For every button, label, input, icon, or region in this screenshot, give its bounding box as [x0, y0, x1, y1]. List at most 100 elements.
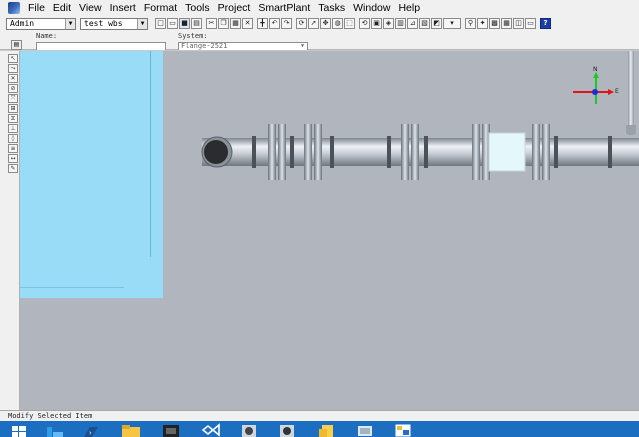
control-panel-icon[interactable]: [354, 423, 376, 437]
properties-button[interactable]: ▤: [11, 40, 22, 50]
graphic-view[interactable]: N E: [20, 51, 639, 410]
pan-icon[interactable]: ✥: [320, 18, 331, 29]
flange[interactable]: [401, 124, 409, 180]
gasket[interactable]: [387, 136, 391, 168]
smartplant-icon[interactable]: [392, 423, 414, 437]
clip-icon[interactable]: ▧: [419, 18, 430, 29]
gasket[interactable]: [424, 136, 428, 168]
select-tool-icon[interactable]: ↖: [8, 54, 18, 63]
menu-window[interactable]: Window: [349, 0, 394, 16]
paste-icon[interactable]: ▦: [230, 18, 241, 29]
undo-icon[interactable]: ↶: [269, 18, 280, 29]
spec-icon[interactable]: ≡: [8, 144, 18, 153]
layout-icon[interactable]: ▦: [501, 18, 512, 29]
start-icon[interactable]: [8, 423, 30, 437]
measure-icon[interactable]: ╋: [257, 18, 268, 29]
selected-component[interactable]: [488, 132, 526, 172]
snap-icon[interactable]: ✦: [477, 18, 488, 29]
view-iso-icon[interactable]: ◈: [383, 18, 394, 29]
view-top-icon[interactable]: ▥: [395, 18, 406, 29]
menu-help[interactable]: Help: [394, 0, 424, 16]
route-tool-icon[interactable]: ⤳: [8, 64, 18, 73]
menu-tasks[interactable]: Tasks: [314, 0, 349, 16]
pipe-segment[interactable]: [202, 138, 639, 166]
gasket[interactable]: [252, 136, 256, 168]
cut-icon[interactable]: ✂: [206, 18, 217, 29]
sticky-notes-icon[interactable]: [316, 423, 338, 437]
vertical-toolbar: ↖ ⤳ ✕ ⊘ ⤧ ⊞ ⧖ ⊥ ◊ ≡ ↔ ✎: [0, 51, 20, 410]
gasket[interactable]: [330, 136, 334, 168]
properties-icon[interactable]: ▾: [443, 18, 461, 29]
split-icon[interactable]: ⤧: [8, 94, 18, 103]
render-icon[interactable]: ◩: [431, 18, 442, 29]
menu-view[interactable]: View: [75, 0, 106, 16]
note-icon[interactable]: ✎: [8, 164, 18, 173]
delete-icon[interactable]: ✕: [242, 18, 253, 29]
chevron-down-icon[interactable]: ▼: [301, 43, 304, 50]
gasket[interactable]: [554, 136, 558, 168]
gasket[interactable]: [290, 136, 294, 168]
help-icon[interactable]: ?: [540, 18, 551, 29]
pipe-run[interactable]: [190, 121, 639, 187]
user-combo[interactable]: Admin ▼: [6, 17, 76, 30]
status-text: Modify Selected Item: [8, 412, 93, 420]
view-front-icon[interactable]: ▣: [371, 18, 382, 29]
zoom-area-icon[interactable]: ⬚: [344, 18, 355, 29]
insert-component-icon[interactable]: ✕: [8, 74, 18, 83]
zoom-icon[interactable]: ◍: [332, 18, 343, 29]
support-icon[interactable]: ⊥: [8, 124, 18, 133]
grid-icon[interactable]: ▩: [489, 18, 500, 29]
filter-icon[interactable]: ⚲: [465, 18, 476, 29]
new-file-icon[interactable]: □: [155, 18, 166, 29]
panel-divider: [20, 287, 124, 288]
open-icon[interactable]: ▭: [167, 18, 178, 29]
system-field[interactable]: Flange-2521 ▼: [178, 42, 308, 50]
app-icon[interactable]: [8, 2, 20, 14]
chevron-down-icon[interactable]: ▼: [137, 18, 147, 29]
window-icon[interactable]: ▭: [525, 18, 536, 29]
copy-icon[interactable]: ❐: [218, 18, 229, 29]
flange[interactable]: [472, 124, 480, 180]
select-icon[interactable]: ➚: [308, 18, 319, 29]
menu-insert[interactable]: Insert: [106, 0, 140, 16]
options-icon[interactable]: ◫: [513, 18, 524, 29]
menu-tools[interactable]: Tools: [181, 0, 214, 16]
redo-icon[interactable]: ↷: [281, 18, 292, 29]
file-explorer-icon[interactable]: [120, 423, 142, 437]
app-icon-1[interactable]: [238, 423, 260, 437]
flange[interactable]: [278, 124, 286, 180]
save-icon[interactable]: ■: [179, 18, 190, 29]
powershell-icon[interactable]: ›: [80, 423, 102, 437]
flange[interactable]: [532, 124, 540, 180]
walk-icon[interactable]: ⊿: [407, 18, 418, 29]
flange[interactable]: [542, 124, 550, 180]
server-manager-icon[interactable]: [44, 423, 66, 437]
refresh-icon[interactable]: ⟳: [296, 18, 307, 29]
menu-format[interactable]: Format: [140, 0, 181, 16]
compass-east-label: E: [615, 88, 619, 95]
rotate-icon[interactable]: ⟲: [359, 18, 370, 29]
flange[interactable]: [268, 124, 276, 180]
smart3d-icon[interactable]: [160, 423, 182, 437]
visual-studio-icon[interactable]: [200, 423, 222, 437]
app-icon-2[interactable]: [276, 423, 298, 437]
flange[interactable]: [304, 124, 312, 180]
menu-file[interactable]: File: [24, 0, 49, 16]
flange[interactable]: [411, 124, 419, 180]
vertical-pipe[interactable]: [628, 51, 634, 131]
chevron-down-icon[interactable]: ▼: [65, 18, 75, 29]
name-field[interactable]: [36, 42, 166, 50]
valve-icon[interactable]: ⧖: [8, 114, 18, 123]
connect-icon[interactable]: ⊘: [8, 84, 18, 93]
menu-project[interactable]: Project: [214, 0, 255, 16]
workspace-combo[interactable]: test wbs ▼: [80, 17, 148, 30]
gasket[interactable]: [608, 136, 612, 168]
compass-north-label: N: [593, 66, 598, 73]
weld-icon[interactable]: ◊: [8, 134, 18, 143]
print-icon[interactable]: ▤: [191, 18, 202, 29]
nozzle-icon[interactable]: ⊞: [8, 104, 18, 113]
menu-smartplant[interactable]: SmartPlant: [254, 0, 314, 16]
dimension-icon[interactable]: ↔: [8, 154, 18, 163]
flange[interactable]: [314, 124, 322, 180]
menu-edit[interactable]: Edit: [49, 0, 75, 16]
